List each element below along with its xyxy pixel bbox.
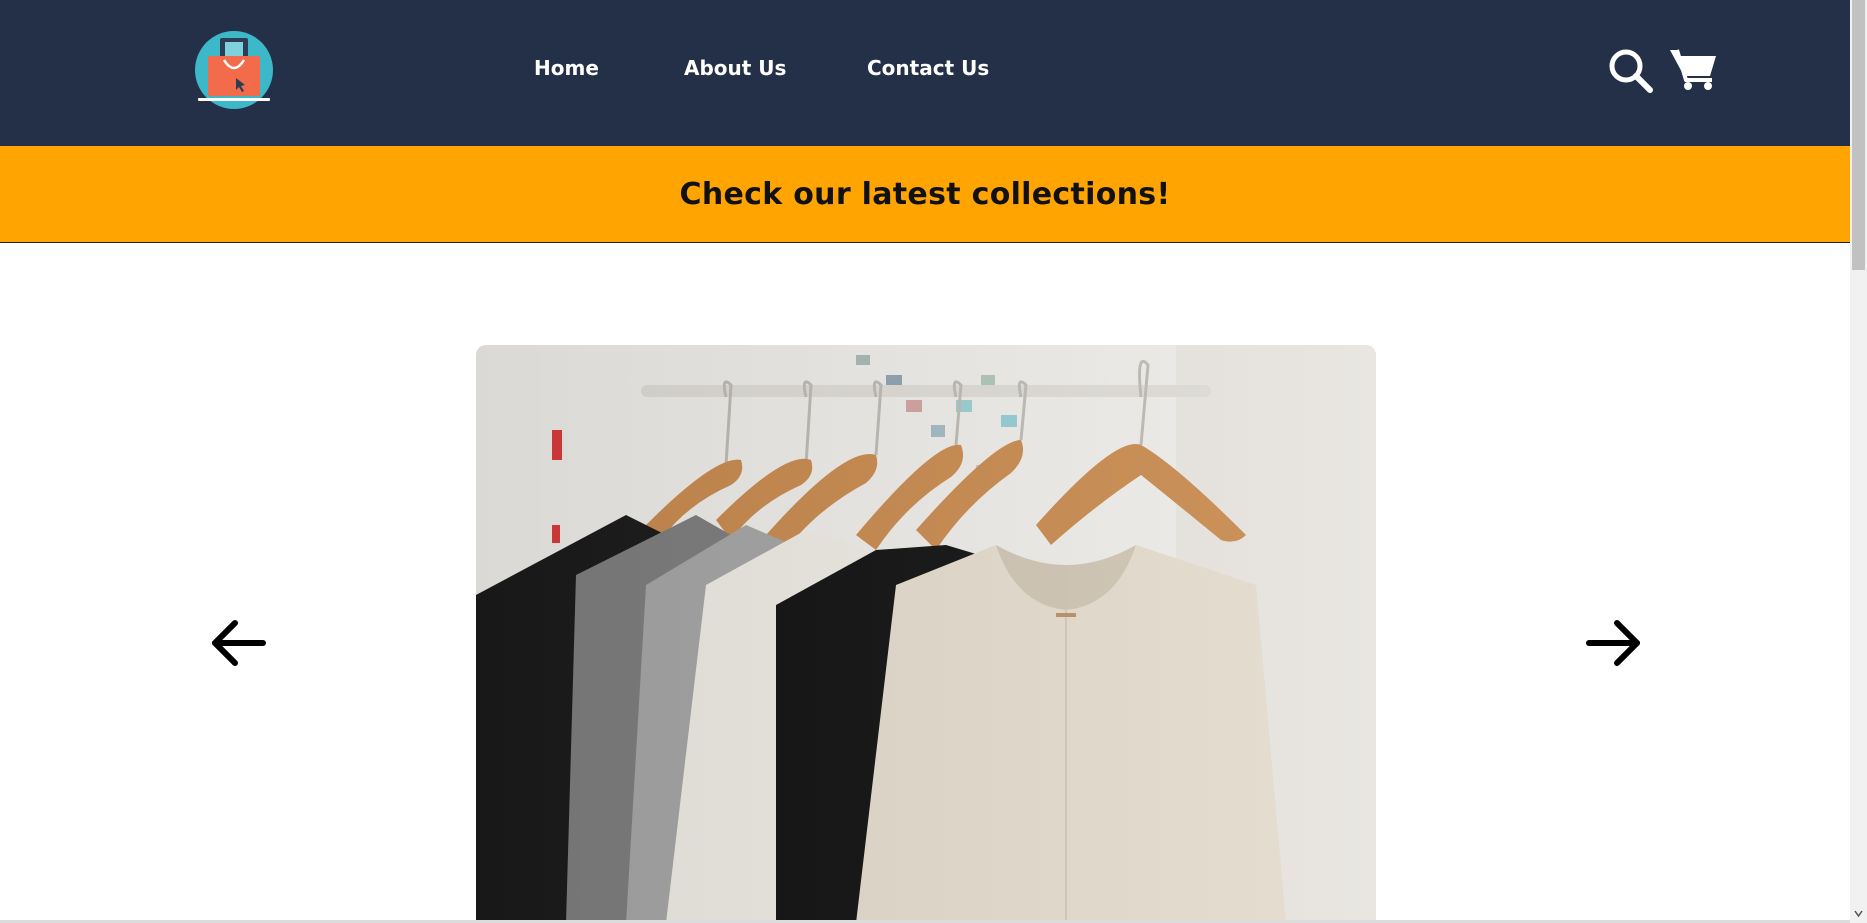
page: Home About Us Contact Us Check our lates… [0,0,1850,923]
nav-about-us[interactable]: About Us [684,56,786,80]
carousel-slide-image [476,345,1376,923]
promo-banner: Check our latest collections! [0,146,1850,243]
nav-contact-us[interactable]: Contact Us [867,56,989,80]
arrow-left-icon[interactable] [209,618,267,668]
search-icon[interactable] [1608,48,1654,94]
scroll-down-icon[interactable] [1853,908,1864,920]
nav-home[interactable]: Home [534,56,599,80]
arrow-right-icon[interactable] [1585,618,1643,668]
banner-text: Check our latest collections! [679,176,1171,212]
scrollbar-thumb[interactable] [1852,0,1865,270]
clothes-on-hangers-image [476,345,1376,923]
logo-icon[interactable] [192,30,276,114]
cart-icon[interactable] [1668,46,1718,92]
site-header: Home About Us Contact Us [0,0,1850,146]
